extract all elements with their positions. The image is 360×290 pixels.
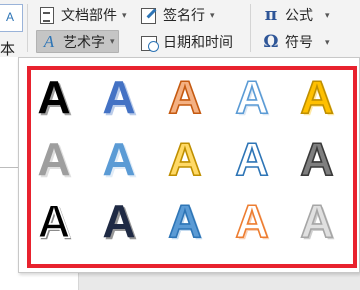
quick-parts-button[interactable]: 文档部件 ▾	[38, 4, 127, 26]
quick-parts-label: 文档部件	[61, 7, 117, 23]
equation-button[interactable]: π 公式 ▾	[262, 4, 330, 26]
calendar-clock-icon	[140, 33, 159, 52]
text-box-icon-glyph: A	[6, 10, 15, 24]
symbol-button[interactable]: Ω 符号 ▾	[262, 31, 330, 53]
signature-line-label: 签名行	[163, 7, 205, 23]
text-box-button-fragment[interactable]: A 本框	[0, 0, 25, 79]
signature-line-icon	[140, 6, 158, 24]
signature-line-button[interactable]: 签名行 ▾	[140, 4, 215, 26]
chevron-down-icon: ▾	[210, 9, 215, 20]
omega-icon: Ω	[263, 32, 279, 52]
wordart-icon: A	[43, 31, 55, 51]
ribbon: A 本框 文档部件 ▾ A 艺术字 ▾ 签名行 ▾ 日期和时间 π 公式 ▾ Ω…	[0, 0, 360, 79]
date-time-label: 日期和时间	[163, 34, 233, 50]
margin-mark	[0, 167, 20, 176]
chevron-down-icon: ▾	[122, 9, 127, 20]
chevron-down-icon: ▾	[325, 36, 330, 47]
highlight-box	[27, 66, 357, 268]
ribbon-divider	[27, 4, 28, 52]
equation-label: 公式	[285, 7, 313, 23]
wordart-button[interactable]: A 艺术字 ▾	[36, 30, 119, 53]
wordart-label: 艺术字	[63, 33, 105, 50]
date-time-button[interactable]: 日期和时间	[140, 31, 233, 53]
chevron-down-icon: ▾	[110, 36, 115, 46]
quick-parts-icon	[38, 6, 56, 24]
chevron-down-icon: ▾	[325, 9, 330, 20]
ribbon-divider	[250, 4, 251, 52]
text-box-icon: A	[0, 4, 23, 32]
pi-icon: π	[264, 5, 278, 25]
symbol-label: 符号	[285, 34, 313, 50]
